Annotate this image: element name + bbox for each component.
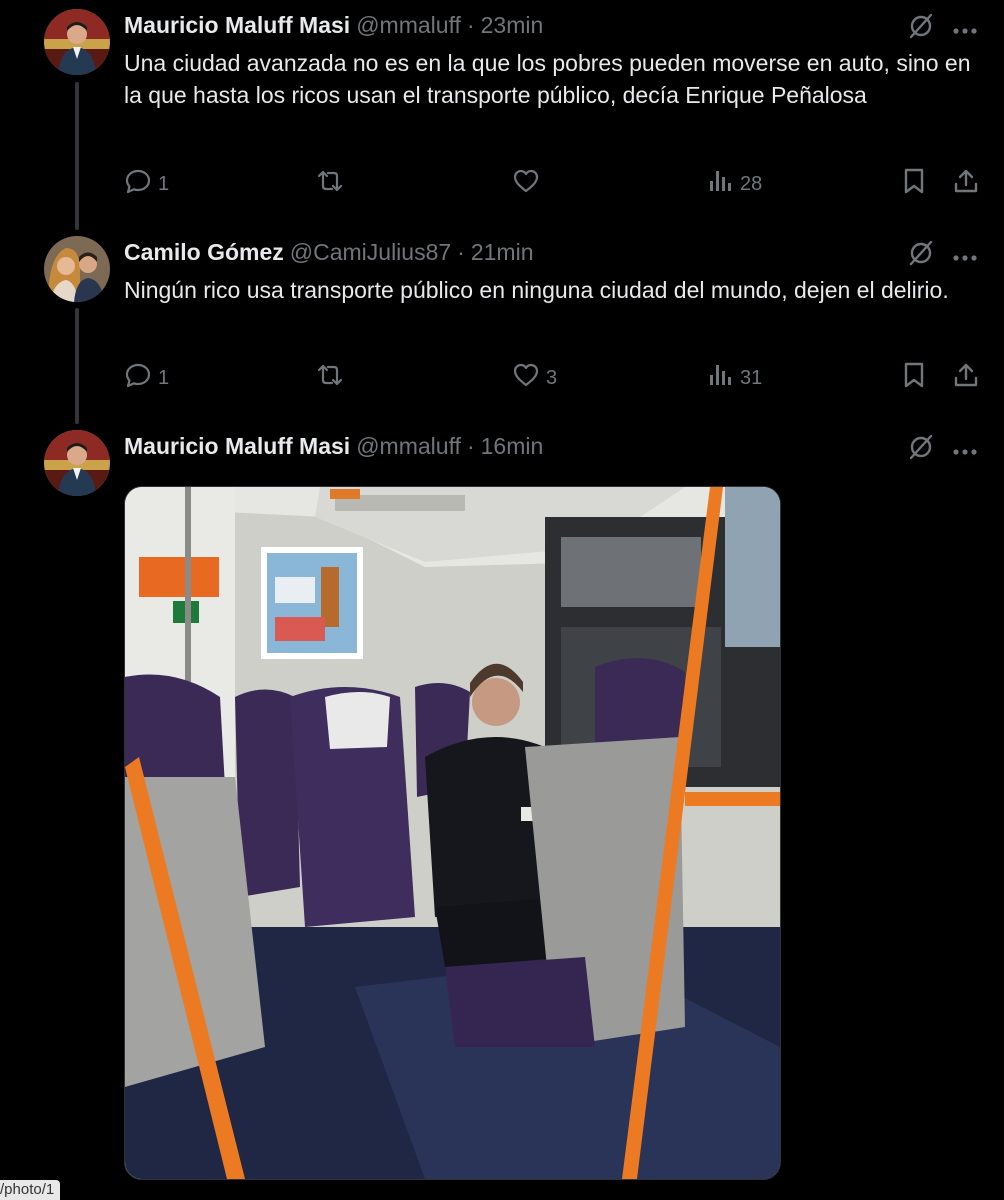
like-count: 3	[546, 366, 558, 389]
bookmark-button[interactable]	[900, 361, 934, 395]
thread-line	[75, 308, 79, 424]
bookmark-icon	[900, 167, 934, 201]
heart-icon	[512, 361, 546, 395]
share-button[interactable]	[952, 167, 986, 201]
avatar[interactable]	[44, 430, 110, 496]
timestamp[interactable]: 16min	[481, 433, 544, 460]
separator-dot: ·	[457, 238, 465, 265]
reply-button[interactable]: 1	[124, 361, 169, 395]
status-url: /photo/1	[0, 1180, 61, 1200]
reply-button[interactable]: 1	[124, 167, 169, 201]
views-button[interactable]: 31	[706, 361, 762, 395]
like-button[interactable]: 3	[512, 361, 557, 395]
thread-line	[75, 82, 79, 230]
share-icon	[952, 167, 986, 201]
tweet-text: Ningún rico usa transporte público en ni…	[124, 277, 949, 303]
display-name[interactable]: Mauricio Maluff Masi	[124, 12, 350, 39]
share-icon	[952, 361, 986, 395]
tweet-header: Mauricio Maluff Masi @mmaluff · 16min	[124, 431, 543, 461]
tweet-1[interactable]: Mauricio Maluff Masi @mmaluff · 23min Un…	[0, 0, 1004, 230]
user-handle[interactable]: @mmaluff	[356, 433, 461, 460]
bookmark-icon	[900, 361, 934, 395]
separator-dot: ·	[466, 432, 475, 459]
views-button[interactable]: 28	[706, 167, 762, 201]
bookmark-button[interactable]	[900, 167, 934, 201]
tweet-header: Camilo Gómez @CamiJulius87 · 21min	[124, 237, 534, 267]
repost-button[interactable]	[316, 167, 350, 201]
separator-dot: ·	[466, 11, 475, 38]
reply-icon	[124, 167, 158, 201]
display-name[interactable]: Mauricio Maluff Masi	[124, 433, 350, 460]
repost-icon	[316, 167, 350, 201]
reply-count: 1	[158, 172, 170, 195]
conversation-thread: Mauricio Maluff Masi @mmaluff · 23min Un…	[0, 0, 1004, 1200]
like-button[interactable]	[512, 167, 546, 201]
repost-icon	[316, 361, 350, 395]
timestamp[interactable]: 23min	[481, 12, 544, 39]
views-count: 28	[740, 172, 763, 195]
tweet-actions: 1 28	[124, 167, 984, 197]
repost-button[interactable]	[316, 361, 350, 395]
tweet-text: Una ciudad avanzada no es en la que los …	[124, 50, 971, 108]
avatar[interactable]	[44, 9, 110, 75]
grok-icon[interactable]	[907, 12, 935, 40]
views-icon	[706, 167, 740, 201]
train-interior-photo	[125, 487, 780, 1179]
more-icon[interactable]	[952, 249, 978, 261]
grok-icon[interactable]	[907, 433, 935, 461]
user-handle[interactable]: @mmaluff	[356, 12, 461, 39]
timestamp[interactable]: 21min	[471, 239, 534, 266]
heart-icon	[512, 167, 546, 201]
display-name[interactable]: Camilo Gómez	[124, 239, 284, 266]
share-button[interactable]	[952, 361, 986, 395]
grok-icon[interactable]	[907, 239, 935, 267]
tweet-photo[interactable]	[124, 486, 781, 1180]
views-count: 31	[740, 366, 763, 389]
reply-icon	[124, 361, 158, 395]
tweet-header: Mauricio Maluff Masi @mmaluff · 23min	[124, 10, 543, 40]
tweet-2[interactable]: Camilo Gómez @CamiJulius87 · 21min Ningú…	[0, 230, 1004, 424]
more-icon[interactable]	[952, 22, 978, 34]
user-handle[interactable]: @CamiJulius87	[290, 239, 451, 266]
reply-count: 1	[158, 366, 170, 389]
views-icon	[706, 361, 740, 395]
more-icon[interactable]	[952, 443, 978, 455]
avatar[interactable]	[44, 236, 110, 302]
tweet-actions: 1 3 31	[124, 361, 984, 391]
